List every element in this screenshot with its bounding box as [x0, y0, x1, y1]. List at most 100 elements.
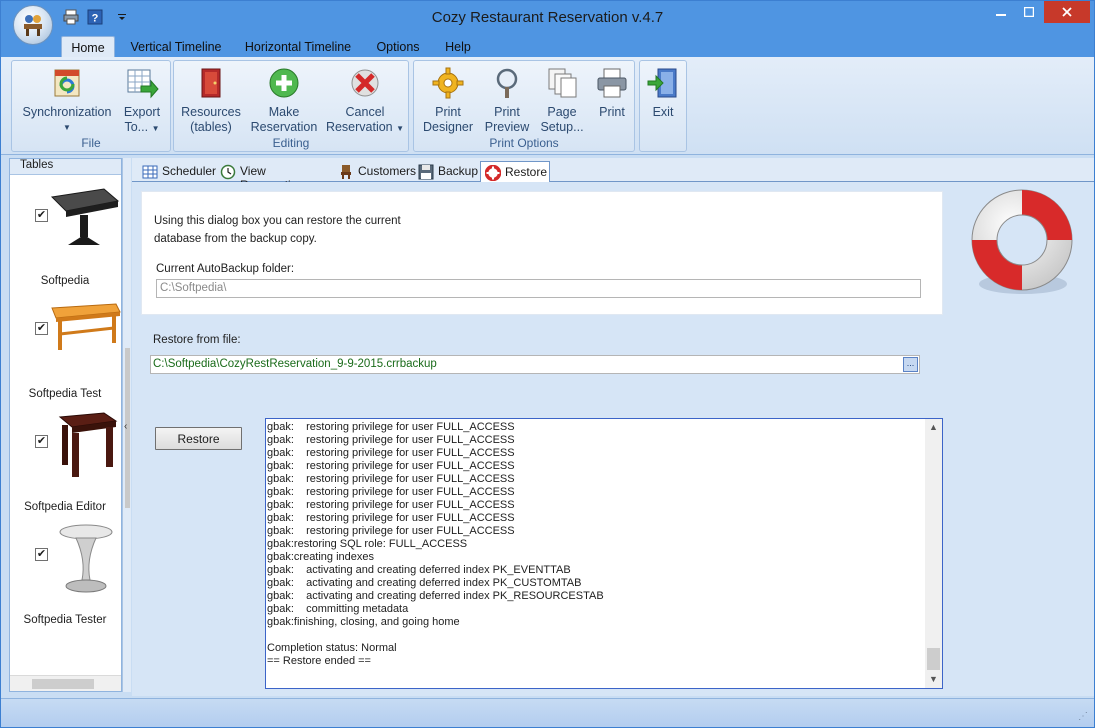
synchronization-icon	[49, 65, 85, 101]
tab-vertical-timeline[interactable]: Vertical Timeline	[123, 36, 229, 58]
cancel-reservation-button[interactable]: Cancel Reservation ▼	[324, 65, 406, 136]
chair-icon	[338, 164, 354, 180]
app-menu-button[interactable]	[13, 5, 53, 45]
ribbon-group-label: Editing	[272, 136, 310, 150]
maximize-button[interactable]	[1015, 1, 1043, 23]
log-line: gbak: activating and creating deferred i…	[267, 577, 582, 589]
app-logo-icon	[24, 15, 42, 36]
magnifier-icon	[489, 65, 525, 101]
print-designer-button[interactable]: Print Designer	[418, 65, 478, 135]
ribbon-group-print-options: Print Designer Print Preview Page Setup.…	[413, 60, 635, 152]
tables-panel-header: Tables	[10, 159, 121, 175]
log-line: gbak: committing metadata	[267, 603, 409, 615]
lifebuoy-icon	[963, 184, 1081, 302]
tab-help[interactable]: Help	[439, 36, 477, 58]
table-item[interactable]: ✔ Softpedia Editor	[10, 405, 120, 518]
restore-button[interactable]: Restore	[155, 427, 242, 450]
log-line: Completion status: Normal	[267, 642, 397, 654]
ribbon-group-file: Synchronization ▼ Export To... ▼ File	[11, 60, 171, 152]
table-item[interactable]: ✔ Softpedia	[10, 179, 120, 292]
log-line: gbak:finishing, closing, and going home	[267, 616, 460, 628]
dropdown-arrow-icon: ▼	[63, 123, 71, 132]
log-line: == Restore ended ==	[267, 655, 371, 667]
table-label: Softpedia Editor	[24, 501, 106, 513]
print-button[interactable]: Print	[592, 65, 632, 120]
table-image	[46, 520, 122, 596]
table-item[interactable]: ✔ Softpedia Tester	[10, 518, 120, 631]
table-label: Softpedia Test	[28, 388, 102, 400]
browse-button[interactable]: ...	[903, 357, 918, 372]
log-line: gbak: restoring privilege for user FULL_…	[267, 486, 515, 498]
export-button[interactable]: Export To... ▼	[118, 65, 166, 136]
log-line: gbak: activating and creating deferred i…	[267, 564, 571, 576]
autobackup-folder-label: Current AutoBackup folder:	[156, 263, 295, 275]
exit-button[interactable]: Exit	[642, 65, 684, 120]
ribbon: Synchronization ▼ Export To... ▼ File Re…	[1, 57, 1094, 155]
window-title: Cozy Restaurant Reservation v.4.7	[431, 9, 664, 26]
table-image	[46, 294, 122, 370]
log-vertical-scrollbar[interactable]: ▲ ▼	[925, 419, 942, 688]
print-preview-button[interactable]: Print Preview	[482, 65, 532, 135]
scroll-down-icon[interactable]: ▼	[925, 671, 942, 688]
tab-home[interactable]: Home	[61, 36, 115, 58]
log-line: gbak: activating and creating deferred i…	[267, 590, 604, 602]
table-image	[46, 181, 122, 257]
scrollbar-thumb[interactable]	[927, 648, 940, 670]
title-bar: ? Cozy Restaurant Reservation v.4.7	[1, 1, 1094, 35]
restore-page: Using this dialog box you can restore th…	[132, 182, 1094, 696]
table-label: Softpedia	[40, 275, 90, 287]
scroll-up-icon[interactable]: ▲	[925, 419, 942, 436]
table-image	[46, 407, 122, 483]
restore-log[interactable]: gbak: restoring privilege for user FULL_…	[265, 418, 943, 689]
tab-horizontal-timeline[interactable]: Horizontal Timeline	[239, 36, 357, 58]
log-line: gbak: restoring privilege for user FULL_…	[267, 447, 515, 459]
table-item[interactable]: ✔ Softpedia Test	[10, 292, 122, 405]
clock-icon	[220, 164, 236, 180]
floppy-disk-icon	[418, 164, 434, 180]
log-line: gbak:restoring SQL role: FULL_ACCESS	[267, 538, 468, 550]
log-line: gbak: restoring privilege for user FULL_…	[267, 499, 515, 511]
tables-horizontal-scrollbar[interactable]	[10, 675, 121, 691]
log-line: gbak: restoring privilege for user FULL_…	[267, 434, 515, 446]
ribbon-group-editing: Resources (tables) Make Reservation Canc…	[173, 60, 409, 152]
tab-view-reservations[interactable]: View Reservations	[216, 161, 332, 192]
tab-scheduler[interactable]: Scheduler	[138, 161, 216, 182]
scrollbar-thumb[interactable]	[32, 679, 94, 689]
restore-file-input[interactable]: C:\Softpedia\CozyRestReservation_9-9-201…	[150, 355, 920, 374]
info-text: Using this dialog box you can restore th…	[154, 215, 401, 245]
panel-splitter[interactable]: ‹	[122, 158, 131, 692]
resources-button[interactable]: Resources (tables)	[178, 65, 244, 135]
synchronization-button[interactable]: Synchronization ▼	[16, 65, 118, 135]
page-setup-button[interactable]: Page Setup...	[536, 65, 588, 135]
log-line: gbak: restoring privilege for user FULL_…	[267, 512, 515, 524]
tab-backup[interactable]: Backup	[414, 161, 478, 182]
tab-customers[interactable]: Customers	[334, 161, 416, 182]
pages-icon	[544, 65, 580, 101]
close-button[interactable]	[1044, 1, 1090, 23]
cancel-icon	[347, 65, 383, 101]
log-line: gbak: restoring privilege for user FULL_…	[267, 473, 515, 485]
tab-options[interactable]: Options	[369, 36, 427, 58]
content-tab-bar: Scheduler View Reservations Customers Ba…	[132, 158, 1094, 192]
printer-icon	[594, 65, 630, 101]
add-icon	[266, 65, 302, 101]
tab-restore[interactable]: Restore	[480, 161, 550, 183]
resources-icon	[193, 65, 229, 101]
app-window: ? Cozy Restaurant Reservation v.4.7 Home…	[0, 0, 1095, 728]
ribbon-group-exit: Exit	[639, 60, 687, 152]
collapse-arrow-icon[interactable]: ‹	[124, 421, 127, 432]
minimize-button[interactable]	[987, 1, 1015, 23]
resize-grip-icon[interactable]: ⋰	[1078, 711, 1090, 723]
make-reservation-button[interactable]: Make Reservation	[248, 65, 320, 135]
restore-from-file-label: Restore from file:	[153, 334, 241, 346]
log-line: gbak: restoring privilege for user FULL_…	[267, 525, 515, 537]
tables-panel: Tables ✔ Softpedia ✔ Softpedia Test ✔ So…	[9, 158, 122, 692]
ribbon-group-label: Print Options	[489, 136, 559, 150]
gear-icon	[430, 65, 466, 101]
exit-door-icon	[645, 65, 681, 101]
lifebuoy-icon	[484, 164, 502, 182]
log-line: gbak: restoring privilege for user FULL_…	[267, 421, 515, 433]
dropdown-arrow-icon: ▼	[396, 124, 405, 133]
ribbon-group-label: File	[81, 136, 101, 150]
